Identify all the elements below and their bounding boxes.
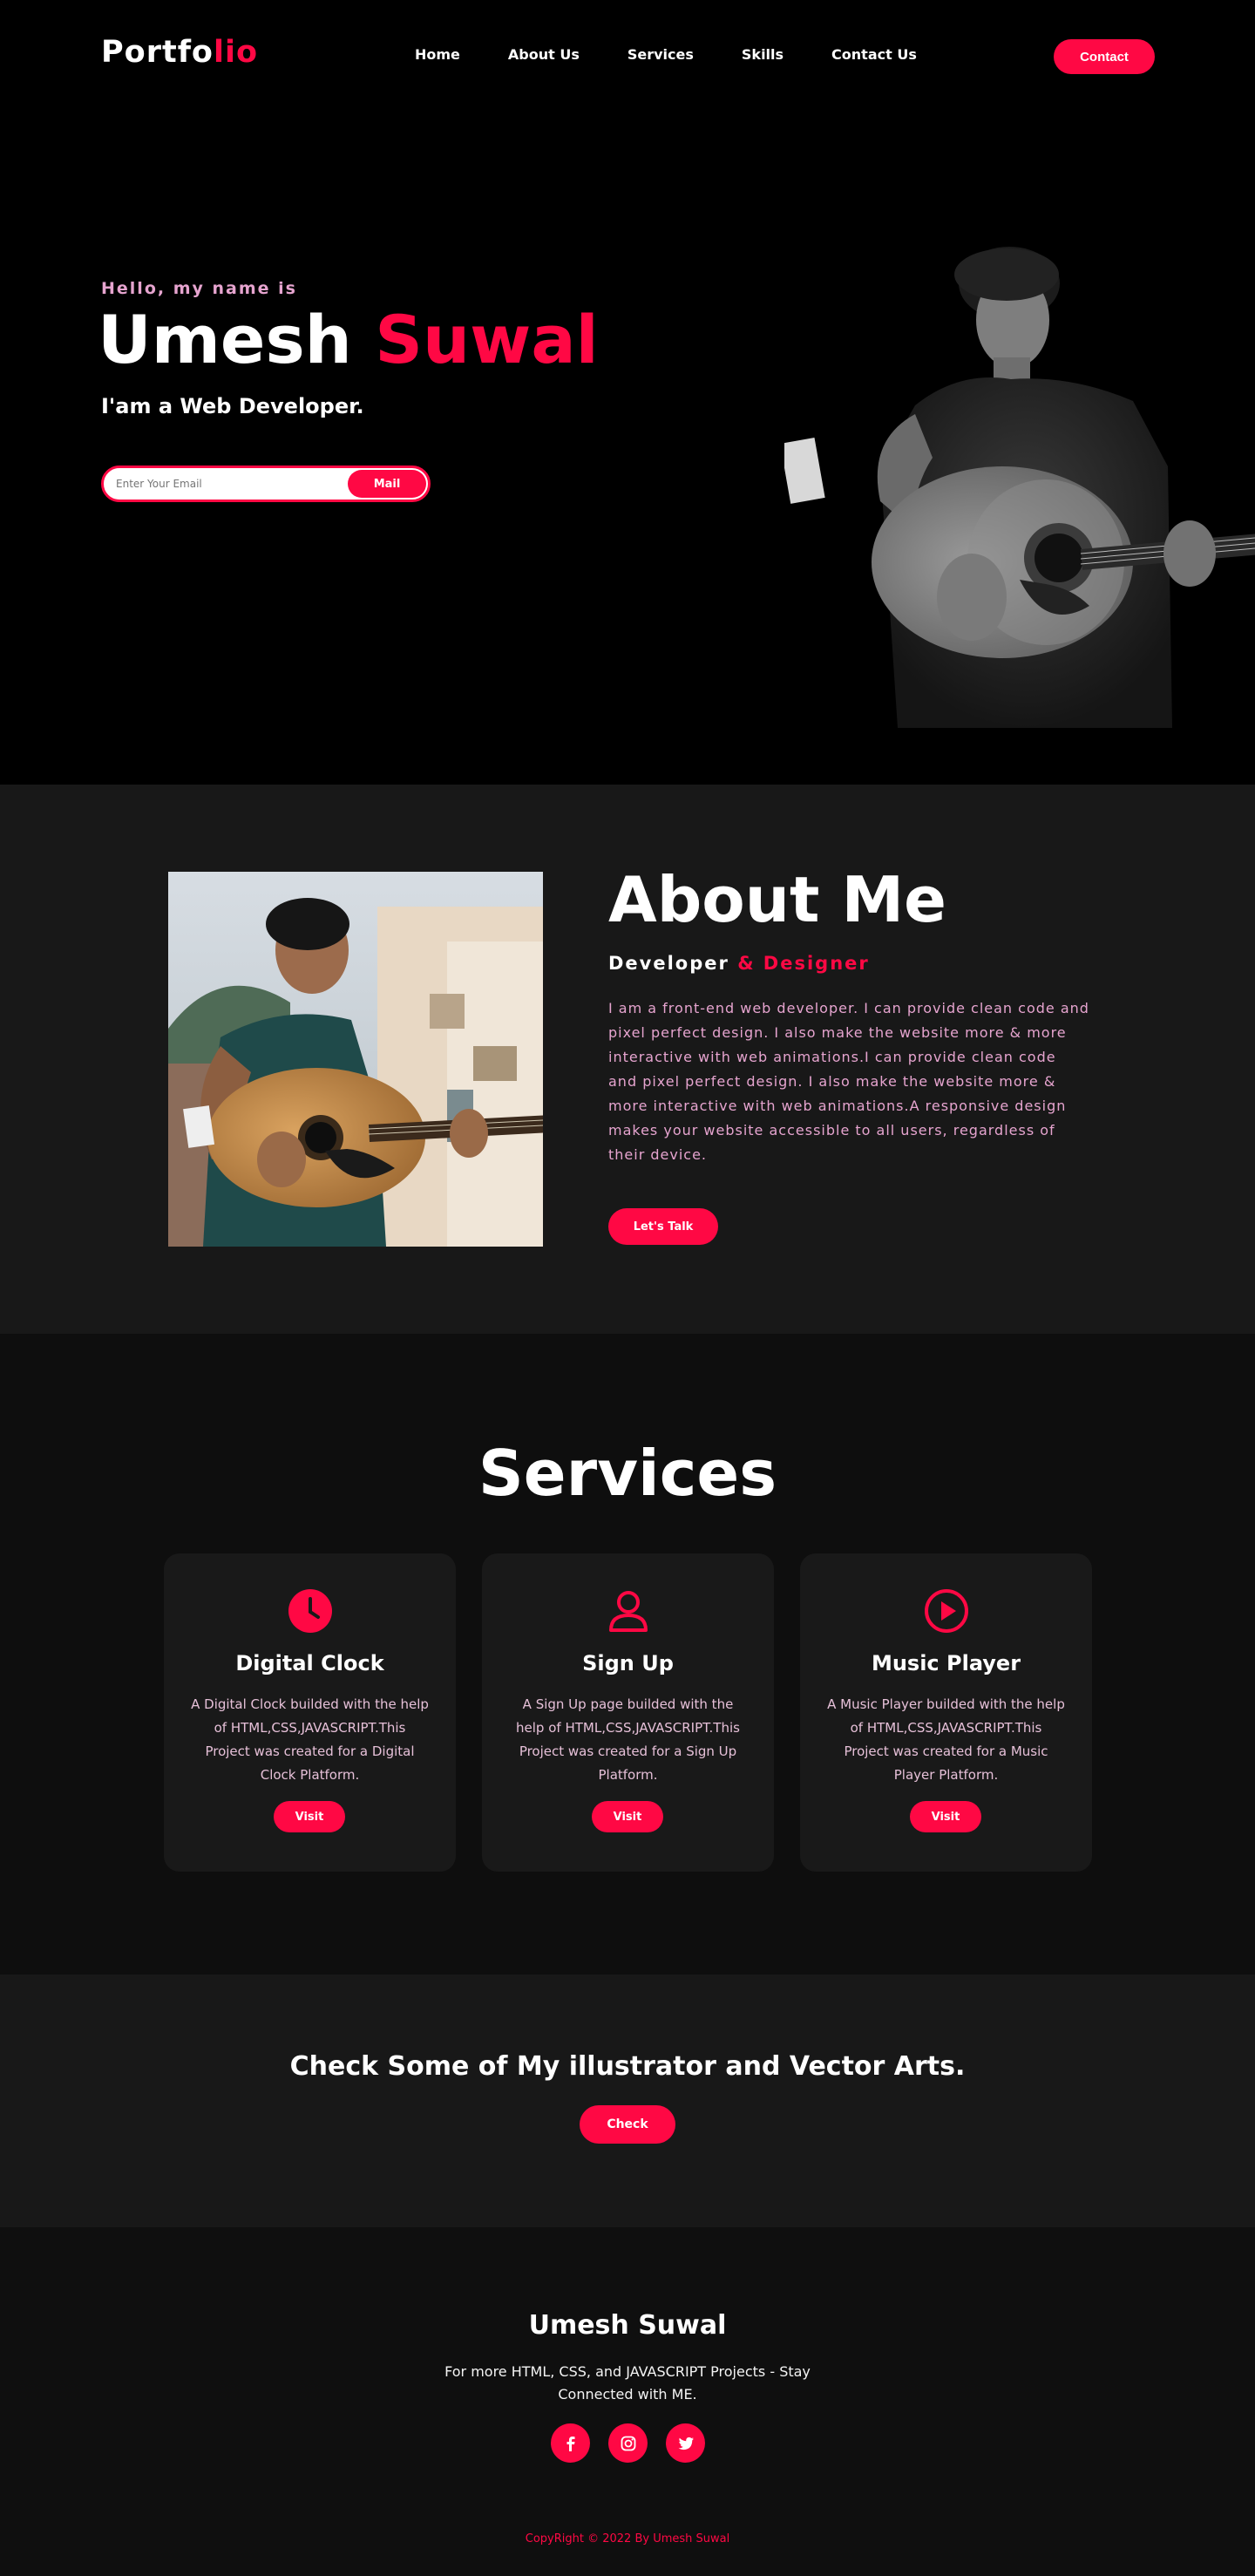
social-links: [551, 2423, 705, 2463]
service-card-sign-up: Sign Up A Sign Up page builded with the …: [482, 1553, 774, 1872]
visit-button[interactable]: Visit: [274, 1801, 345, 1832]
twitter-icon[interactable]: [666, 2423, 705, 2463]
nav-links: Home About Us Services Skills Contact Us: [415, 46, 965, 63]
service-text: A Digital Clock builded with the help of…: [191, 1696, 429, 1783]
service-card-music-player: Music Player A Music Player builded with…: [800, 1553, 1092, 1872]
hero-first-name: Umesh: [98, 301, 352, 378]
instagram-icon[interactable]: [608, 2423, 648, 2463]
navbar: Portfolio Home About Us Services Skills …: [0, 0, 1255, 112]
email-form: Mail: [101, 466, 431, 502]
services-title: Services: [478, 1437, 777, 1510]
service-title: Sign Up: [582, 1651, 674, 1675]
nav-contact-us[interactable]: Contact Us: [831, 46, 917, 63]
hero-role: I'am a Web Developer.: [101, 394, 364, 418]
about-text: I am a front-end web developer. I can pr…: [608, 1000, 1089, 1163]
footer: Umesh Suwal For more HTML, CSS, and JAVA…: [0, 2227, 1255, 2576]
about-photo: [168, 872, 543, 1247]
visit-button[interactable]: Visit: [910, 1801, 981, 1832]
hero-name: Umesh Suwal: [98, 301, 599, 378]
visit-button[interactable]: Visit: [592, 1801, 663, 1832]
about-subtitle: Developer & Designer: [608, 953, 870, 974]
footer-tagline: For more HTML, CSS, and JAVASCRIPT Proje…: [444, 2363, 811, 2403]
about-subtitle-accent: & Designer: [737, 953, 870, 974]
nav-home[interactable]: Home: [415, 46, 460, 63]
footer-name: Umesh Suwal: [528, 2310, 727, 2341]
services-section: Services Digital Clock A Digital Clock b…: [0, 1334, 1255, 1974]
logo[interactable]: Portfolio: [101, 35, 258, 70]
clock-icon: [288, 1589, 332, 1633]
user-icon: [609, 1591, 648, 1632]
hero-greeting: Hello, my name is: [101, 279, 297, 298]
service-card-digital-clock: Digital Clock A Digital Clock builded wi…: [164, 1553, 456, 1872]
logo-accent: lio: [213, 35, 259, 70]
email-input[interactable]: [116, 478, 334, 490]
contact-button[interactable]: Contact: [1054, 39, 1155, 74]
facebook-icon[interactable]: [551, 2423, 590, 2463]
about-title: About Me: [608, 863, 946, 936]
hero-last-name: Suwal: [375, 301, 599, 378]
hero-photo: [784, 247, 1255, 728]
service-title: Digital Clock: [235, 1651, 384, 1675]
play-icon: [925, 1589, 968, 1633]
hero-section: Portfolio Home About Us Services Skills …: [0, 0, 1255, 785]
about-subtitle-main: Developer: [608, 953, 729, 974]
arts-title: Check Some of My illustrator and Vector …: [289, 2051, 966, 2082]
logo-main: Portfo: [101, 35, 214, 70]
lets-talk-button[interactable]: Let's Talk: [608, 1208, 718, 1245]
nav-about-us[interactable]: About Us: [508, 46, 580, 63]
service-text: A Music Player builded with the help of …: [827, 1696, 1065, 1783]
nav-services[interactable]: Services: [628, 46, 694, 63]
service-title: Music Player: [871, 1651, 1021, 1675]
mail-button[interactable]: Mail: [348, 470, 426, 498]
nav-skills[interactable]: Skills: [742, 46, 784, 63]
service-text: A Sign Up page builded with the help of …: [516, 1696, 740, 1783]
copyright: CopyRight © 2022 By Umesh Suwal: [525, 2532, 730, 2545]
check-button[interactable]: Check: [580, 2105, 675, 2144]
arts-section: Check Some of My illustrator and Vector …: [0, 1974, 1255, 2227]
about-section: About Me Developer & Designer I am a fro…: [0, 785, 1255, 1334]
